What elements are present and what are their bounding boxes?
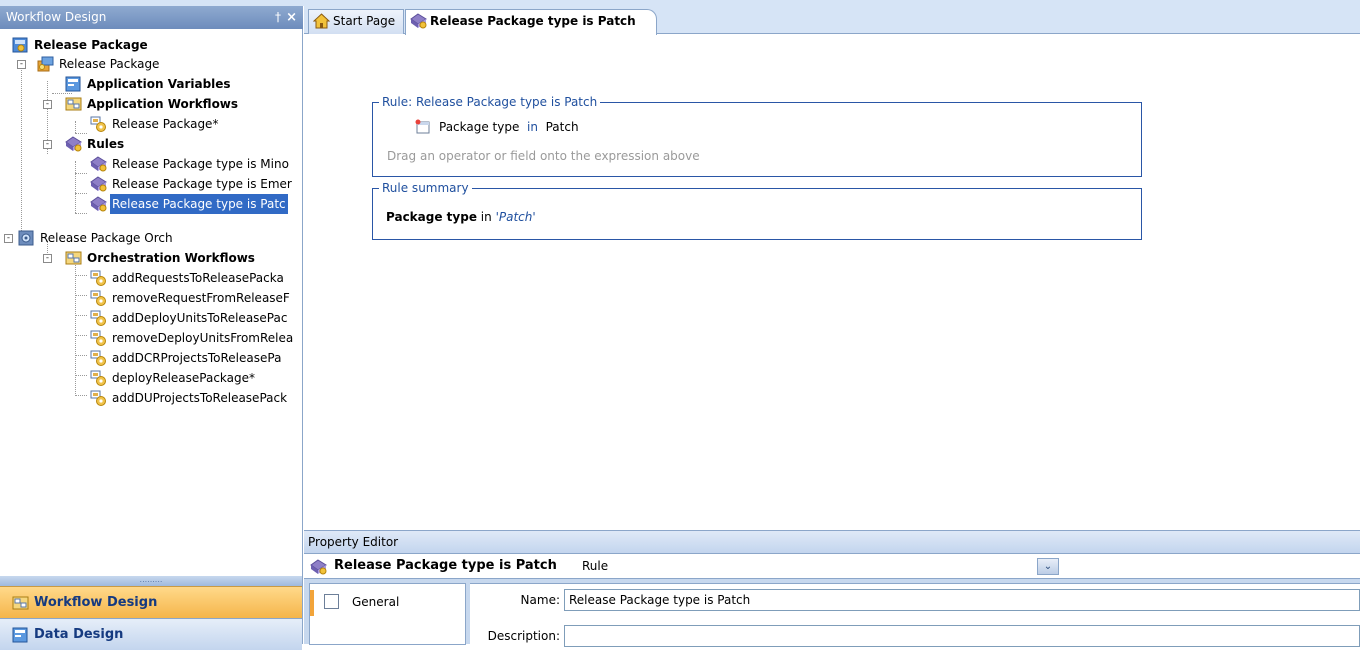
name-field[interactable]: Release Package type is Patch	[564, 589, 1360, 611]
expr-value[interactable]: Patch	[546, 120, 579, 134]
close-icon[interactable]: ×	[286, 6, 297, 29]
tree-item-orch-workflow[interactable]: addRequestsToReleasePacka	[90, 268, 302, 288]
tree-line	[75, 121, 76, 133]
rule-editor: Rule: Release Package type is Patch Pack…	[304, 35, 1360, 530]
tree-line	[75, 193, 87, 194]
rule-summary-box: Rule summary Package type in 'Patch'	[372, 181, 1142, 240]
collapse-toggle[interactable]: -	[43, 254, 52, 263]
pin-icon[interactable]: †	[275, 6, 281, 29]
tree-item-orch-workflow[interactable]: addDeployUnitsToReleasePac	[90, 308, 302, 328]
collapse-toggle[interactable]: -	[17, 60, 26, 69]
field-icon	[415, 119, 430, 134]
tree-item-rule[interactable]: Release Package type is Emer	[90, 174, 302, 194]
collapse-toggle[interactable]: -	[43, 100, 52, 109]
tree-item-orch-workflows[interactable]: Orchestration Workflows	[65, 248, 295, 268]
tree-line	[75, 173, 87, 174]
release-package-root-icon	[12, 37, 29, 53]
tree-line	[75, 275, 87, 276]
rule-icon	[310, 559, 327, 575]
property-editor: Property Editor Release Package type is …	[304, 530, 1360, 647]
tree-item-orch[interactable]: Release Package Orch	[18, 228, 278, 248]
nav-data-design[interactable]: Data Design	[0, 618, 302, 650]
home-icon	[313, 13, 330, 29]
orchestration-icon	[18, 230, 35, 246]
rules-folder-icon	[65, 136, 82, 152]
summary-legend: Rule summary	[379, 181, 472, 195]
tree-item-app[interactable]: Release Package	[37, 54, 287, 74]
tree-item-workflow[interactable]: Release Package*	[90, 114, 300, 134]
document-tabs: Start Page Release Package type is Patch	[304, 6, 1360, 35]
tree-item-orch-workflow[interactable]: deployReleasePackage*	[90, 368, 302, 388]
description-label: Description:	[487, 629, 560, 643]
name-label: Name:	[520, 593, 560, 607]
workflow-icon	[90, 290, 107, 306]
workflow-design-icon	[12, 595, 29, 611]
category-general[interactable]: General	[310, 590, 467, 616]
tree-line	[75, 315, 87, 316]
object-name: Release Package type is Patch	[334, 558, 557, 573]
summary-field: Package type	[386, 210, 477, 224]
tree-item-orch-workflow[interactable]: removeDeployUnitsFromRelea	[90, 328, 302, 348]
data-design-icon	[12, 627, 29, 643]
app-workflows-icon	[65, 96, 82, 112]
collapse-toggle[interactable]: -	[43, 140, 52, 149]
tab-rule-patch[interactable]: Release Package type is Patch	[405, 9, 657, 35]
tree-item-orch-workflow[interactable]: addDUProjectsToReleasePack	[90, 388, 302, 408]
tree-line	[75, 161, 76, 213]
object-type: Rule	[582, 559, 609, 573]
tree-item-orch-workflow[interactable]: removeRequestFromReleaseF	[90, 288, 302, 308]
expr-field[interactable]: Package type	[439, 120, 519, 134]
workflow-icon	[90, 270, 107, 286]
object-selector[interactable]: Release Package type is Patch Rule ⌄	[304, 553, 1360, 579]
tree-item-rule-selected[interactable]: Release Package type is Patc	[90, 194, 302, 214]
workflow-icon	[90, 330, 107, 346]
rule-icon	[90, 196, 107, 212]
tree-line	[75, 213, 87, 214]
workflow-icon	[90, 350, 107, 366]
tree-item-rules[interactable]: Rules	[65, 134, 265, 154]
panel-header: Workflow Design † ×	[0, 6, 303, 29]
workflow-tree: Release Package - Release Package Applic…	[0, 30, 302, 575]
workflow-icon	[90, 116, 107, 132]
summary-text: Package type in 'Patch'	[386, 210, 536, 224]
workflow-design-panel: Workflow Design † × Release Package - Re…	[0, 6, 303, 650]
tree-item-rule[interactable]: Release Package type is Mino	[90, 154, 302, 174]
tree-line	[75, 395, 87, 396]
workflow-icon	[90, 390, 107, 406]
tree-item-orch-workflow[interactable]: addDCRProjectsToReleasePa	[90, 348, 302, 368]
property-fields: Name: Release Package type is Patch Desc…	[470, 583, 1360, 647]
workflow-icon	[90, 370, 107, 386]
tree-line	[75, 335, 87, 336]
rule-icon	[90, 176, 107, 192]
panel-title: Workflow Design	[6, 10, 107, 24]
collapse-toggle[interactable]: -	[4, 234, 13, 243]
rule-legend: Rule: Release Package type is Patch	[379, 95, 601, 109]
tree-item-app-variables[interactable]: Application Variables	[65, 74, 295, 94]
tree-line	[75, 355, 87, 356]
general-icon	[324, 594, 339, 609]
rule-icon	[410, 13, 427, 29]
drag-hint: Drag an operator or field onto the expre…	[387, 149, 700, 163]
tree-line	[21, 61, 22, 233]
variables-icon	[65, 76, 82, 92]
rule-icon	[90, 156, 107, 172]
property-categories: General	[309, 583, 466, 645]
tree-line	[75, 375, 87, 376]
expr-operator[interactable]: in	[527, 120, 538, 134]
splitter-grip[interactable]: .........	[0, 576, 302, 586]
summary-operator: in	[480, 210, 492, 224]
chevron-down-icon[interactable]: ⌄	[1037, 558, 1059, 575]
tree-root[interactable]: Release Package	[12, 35, 292, 55]
tree-line	[75, 295, 87, 296]
nav-workflow-design[interactable]: Workflow Design	[0, 586, 302, 618]
tree-item-app-workflows[interactable]: Application Workflows	[65, 94, 295, 114]
workflow-icon	[90, 310, 107, 326]
tab-start-page[interactable]: Start Page	[308, 9, 404, 34]
rule-expression-box: Rule: Release Package type is Patch Pack…	[372, 95, 1142, 177]
app-workflows-icon	[65, 250, 82, 266]
property-editor-title: Property Editor	[304, 531, 1360, 553]
package-icon	[37, 56, 54, 72]
summary-value: 'Patch'	[495, 210, 536, 224]
